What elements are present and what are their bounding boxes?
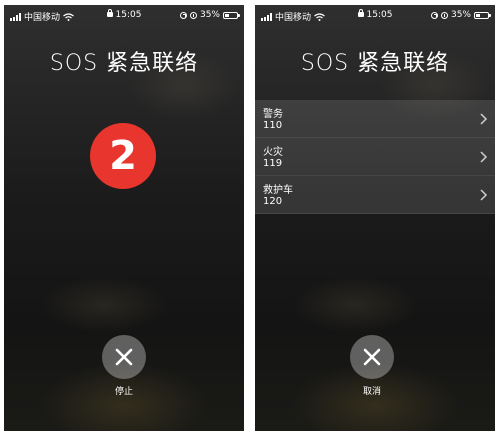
battery-fill bbox=[225, 13, 229, 17]
page-title: SOS 紧急联络 bbox=[300, 51, 450, 76]
contact-number: 120 bbox=[263, 196, 283, 207]
rotation-lock-icon bbox=[179, 11, 187, 19]
battery-icon bbox=[474, 11, 491, 19]
battery-fill bbox=[476, 13, 480, 17]
sos-contacts-screen: 中国移动 15:05 35% SOS 紧急联络 警务 110 火灾 119 救护… bbox=[255, 5, 495, 431]
chevron-right-icon bbox=[480, 113, 488, 125]
close-icon bbox=[363, 348, 381, 366]
lock-icon bbox=[357, 9, 364, 17]
contact-item-police[interactable]: 警务 110 bbox=[255, 100, 495, 138]
rotation-lock-icon bbox=[430, 11, 438, 19]
lock-icon bbox=[106, 9, 113, 17]
chevron-right-icon bbox=[480, 151, 488, 163]
battery-percent: 35% bbox=[199, 10, 220, 20]
stop-button-label: 停止 bbox=[114, 387, 133, 397]
sos-countdown-screen: 中国移动 15:05 35% SOS 紧急联络 2 停止 bbox=[4, 5, 244, 431]
countdown-badge: 2 bbox=[90, 123, 156, 189]
stop-button[interactable] bbox=[102, 335, 146, 379]
status-bar: 中国移动 15:05 35% bbox=[255, 5, 495, 25]
contact-name: 救护车 bbox=[263, 185, 293, 196]
alarm-icon bbox=[440, 11, 448, 19]
contact-number: 110 bbox=[263, 120, 283, 131]
contact-item-ambulance[interactable]: 救护车 120 bbox=[255, 176, 495, 214]
cancel-button[interactable] bbox=[350, 335, 394, 379]
contact-name: 警务 bbox=[263, 109, 283, 120]
clock-time: 15:05 bbox=[115, 10, 142, 20]
clock-time: 15:05 bbox=[366, 10, 393, 20]
cancel-button-label: 取消 bbox=[362, 387, 381, 397]
contact-name: 火灾 bbox=[263, 147, 283, 158]
alarm-icon bbox=[189, 11, 197, 19]
battery-icon bbox=[223, 11, 240, 19]
chevron-right-icon bbox=[480, 189, 488, 201]
battery-percent: 35% bbox=[450, 10, 471, 20]
emergency-contact-list: 警务 110 火灾 119 救护车 120 bbox=[255, 100, 495, 214]
status-bar: 中国移动 15:05 35% bbox=[4, 5, 244, 25]
contact-number: 119 bbox=[263, 158, 283, 169]
contact-item-fire[interactable]: 火灾 119 bbox=[255, 138, 495, 176]
close-icon bbox=[115, 348, 133, 366]
page-title: SOS 紧急联络 bbox=[49, 51, 199, 76]
